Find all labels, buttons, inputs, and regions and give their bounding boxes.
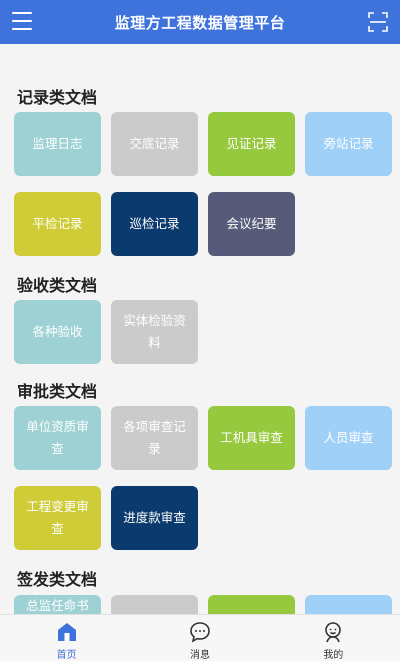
user-icon (325, 622, 342, 643)
tile-personnel-review[interactable]: 人员审查 (305, 406, 392, 470)
tile-flat-inspection-record[interactable]: 平检记录 (14, 192, 101, 256)
nav-mine-label: 我的 (323, 650, 344, 661)
tile-witness-record[interactable]: 见证记录 (208, 112, 295, 176)
app-header: 监理方工程数据管理平台 (0, 0, 400, 44)
main-content: 记录类文档 监理日志 交底记录 见证记录 旁站记录 平检记录 巡检记录 会议纪要… (0, 44, 400, 614)
tile-briefing-record[interactable]: 交底记录 (111, 112, 198, 176)
tile-issuance-4[interactable] (305, 595, 392, 614)
scan-icon[interactable] (368, 12, 388, 32)
tile-issuance-3[interactable] (208, 595, 295, 614)
tile-tools-review[interactable]: 工机具审查 (208, 406, 295, 470)
section-title-issuance: 签发类文档 (17, 570, 98, 589)
nav-messages-label: 消息 (189, 650, 210, 661)
bottom-nav: 首页 消息 我的 (0, 614, 400, 661)
section-title-acceptance: 验收类文档 (17, 276, 98, 295)
nav-messages[interactable]: 消息 (133, 615, 266, 661)
nav-mine[interactable]: 我的 (267, 615, 400, 661)
tile-issuance-2[interactable] (111, 595, 198, 614)
tile-supervision-log[interactable]: 监理日志 (14, 112, 101, 176)
home-icon (57, 623, 76, 641)
nav-home[interactable]: 首页 (0, 615, 133, 661)
tile-progress-payment-review[interactable]: 进度款审查 (111, 486, 198, 550)
tile-director-appointment[interactable]: 总监任命书 (14, 595, 101, 614)
nav-home-label: 首页 (56, 650, 77, 661)
tile-meeting-minutes[interactable]: 会议纪要 (208, 192, 295, 256)
tile-various-acceptance[interactable]: 各种验收 (14, 300, 101, 364)
section-title-records: 记录类文档 (17, 88, 98, 107)
tile-onsite-record[interactable]: 旁站记录 (305, 112, 392, 176)
tile-change-review[interactable]: 工程变更审查 (14, 486, 101, 550)
tile-patrol-record[interactable]: 巡检记录 (111, 192, 198, 256)
menu-icon[interactable] (12, 12, 32, 30)
section-title-approval: 审批类文档 (17, 382, 98, 401)
tile-entity-inspection[interactable]: 实体检验资料 (111, 300, 198, 364)
page-title: 监理方工程数据管理平台 (114, 13, 286, 32)
tile-item-review-record[interactable]: 各项审查记录 (111, 406, 198, 470)
message-icon (190, 622, 210, 643)
tile-unit-qualification-review[interactable]: 单位资质审查 (14, 406, 101, 470)
